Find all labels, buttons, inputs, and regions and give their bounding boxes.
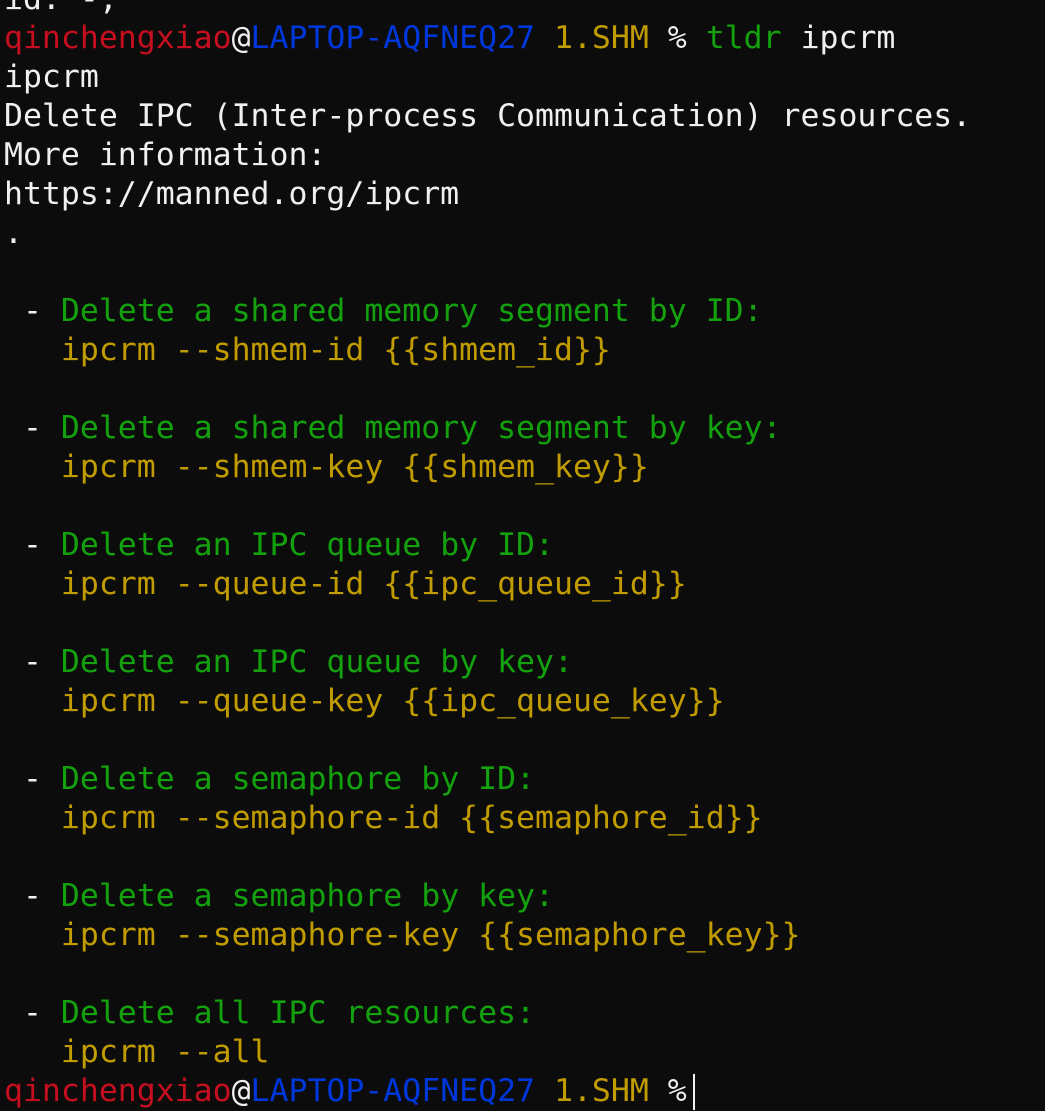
- text-cursor[interactable]: [692, 1074, 695, 1110]
- prompt-host: LAPTOP-AQFNEQ27: [250, 1073, 536, 1109]
- command-arg: ipcrm: [800, 20, 896, 56]
- prompt-at: @: [231, 1073, 251, 1109]
- example-description: - Delete a shared memory segment by key:: [4, 409, 1045, 448]
- example-code-text: ipcrm --queue-key {{ipc_queue_key}}: [60, 683, 725, 719]
- command-name: tldr: [705, 20, 782, 56]
- prompt-user: qinchengxiao: [4, 1073, 232, 1109]
- partial-top-line: id: -,: [4, 0, 1045, 19]
- page-description-text: Delete IPC (Inter-process Communication)…: [4, 98, 972, 134]
- prompt-at: @: [231, 20, 251, 56]
- example-bullet: -: [22, 761, 42, 797]
- example-description: - Delete an IPC queue by key:: [4, 643, 1045, 682]
- example-description-text: Delete an IPC queue by ID:: [60, 527, 554, 563]
- example-code-text: ipcrm --semaphore-key {{semaphore_key}}: [60, 917, 801, 953]
- final-prompt-line[interactable]: qinchengxiao@LAPTOP-AQFNEQ27 1.SHM %: [4, 1072, 1045, 1111]
- example-description: - Delete a semaphore by key:: [4, 877, 1045, 916]
- example-code-text: ipcrm --shmem-id {{shmem_id}}: [60, 332, 611, 368]
- prompt-line: qinchengxiao@LAPTOP-AQFNEQ27 1.SHM % tld…: [4, 19, 1045, 58]
- example-description-text: Delete a semaphore by key:: [60, 878, 554, 914]
- more-info-link[interactable]: https://manned.org/ipcrm: [4, 176, 459, 212]
- prompt-symbol: %: [667, 20, 687, 56]
- partial-top-line-text: id: -,: [4, 0, 118, 17]
- example-code-text: ipcrm --shmem-key {{shmem_key}}: [60, 449, 649, 485]
- example-description-text: Delete a shared memory segment by key:: [60, 410, 782, 446]
- example-bullet: -: [22, 410, 42, 446]
- example-description-text: Delete an IPC queue by key:: [60, 644, 573, 680]
- example-description: - Delete an IPC queue by ID:: [4, 526, 1045, 565]
- example-code: ipcrm --shmem-id {{shmem_id}}: [4, 331, 1045, 370]
- example-code-text: ipcrm --all: [60, 1034, 270, 1070]
- example-code: ipcrm --all: [4, 1033, 1045, 1072]
- page-title-text: ipcrm: [4, 59, 99, 95]
- more-info-label: More information:: [4, 136, 1045, 175]
- example-description-text: Delete a semaphore by ID:: [60, 761, 536, 797]
- example-bullet: -: [22, 995, 42, 1031]
- example-description: - Delete a shared memory segment by ID:: [4, 292, 1045, 331]
- prompt-user: qinchengxiao: [4, 20, 232, 56]
- example-code-text: ipcrm --semaphore-id {{semaphore_id}}: [60, 800, 763, 836]
- example-bullet: -: [22, 878, 42, 914]
- example-code: ipcrm --shmem-key {{shmem_key}}: [4, 448, 1045, 487]
- example-description-text: Delete all IPC resources:: [60, 995, 536, 1031]
- more-info-url[interactable]: https://manned.org/ipcrm: [4, 175, 1045, 214]
- example-code: ipcrm --semaphore-key {{semaphore_key}}: [4, 916, 1045, 955]
- page-title: ipcrm: [4, 58, 1045, 97]
- trailing-dot-text: .: [4, 215, 23, 251]
- example-code: ipcrm --semaphore-id {{semaphore_id}}: [4, 799, 1045, 838]
- more-info-text: More information:: [4, 137, 327, 173]
- example-bullet: -: [22, 293, 42, 329]
- terminal-output[interactable]: id: -, qinchengxiao@LAPTOP-AQFNEQ27 1.SH…: [4, 0, 1045, 1111]
- example-description: - Delete all IPC resources:: [4, 994, 1045, 1033]
- trailing-dot: .: [4, 214, 1045, 253]
- example-code: ipcrm --queue-id {{ipc_queue_id}}: [4, 565, 1045, 604]
- page-description: Delete IPC (Inter-process Communication)…: [4, 97, 1045, 136]
- prompt-symbol: %: [667, 1073, 687, 1109]
- example-description-text: Delete a shared memory segment by ID:: [60, 293, 763, 329]
- example-code: ipcrm --queue-key {{ipc_queue_key}}: [4, 682, 1045, 721]
- prompt-cwd: 1.SHM: [554, 20, 649, 56]
- prompt-cwd: 1.SHM: [554, 1073, 649, 1109]
- example-bullet: -: [22, 527, 42, 563]
- example-bullet: -: [22, 644, 42, 680]
- prompt-host: LAPTOP-AQFNEQ27: [250, 20, 536, 56]
- example-code-text: ipcrm --queue-id {{ipc_queue_id}}: [60, 566, 687, 602]
- example-description: - Delete a semaphore by ID:: [4, 760, 1045, 799]
